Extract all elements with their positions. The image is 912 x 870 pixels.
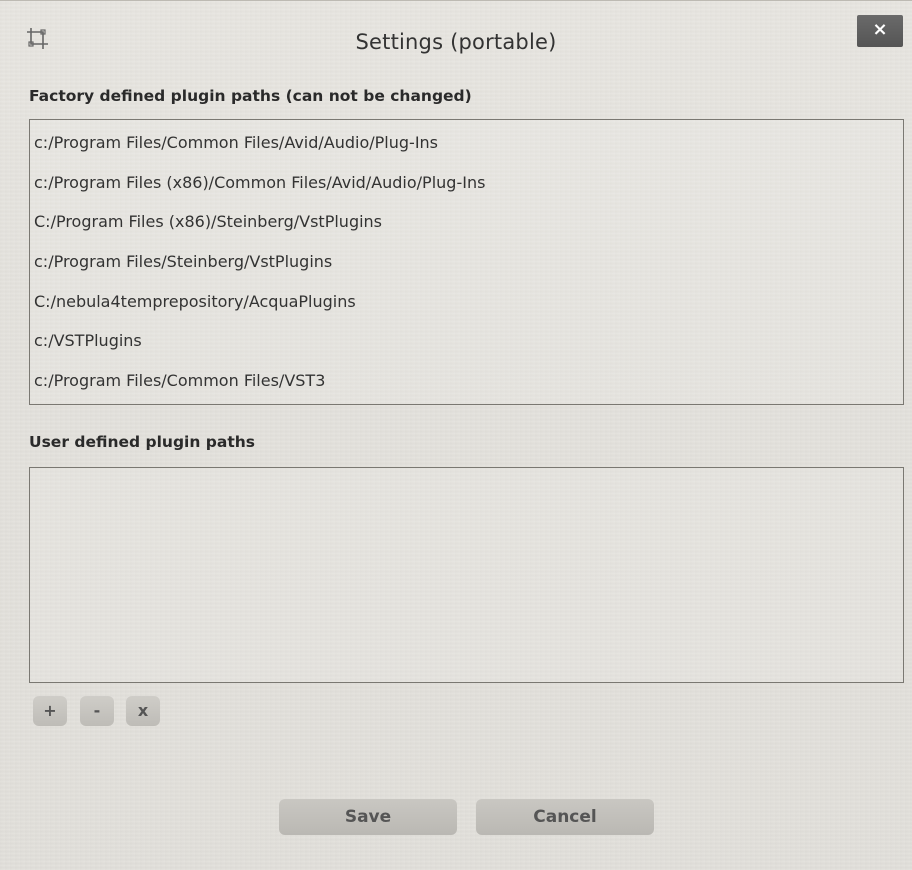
factory-paths-label: Factory defined plugin paths (can not be… [29,87,472,105]
cancel-button[interactable]: Cancel [476,799,654,835]
factory-path-item[interactable]: c:/VSTPlugins [30,326,903,366]
window-title: Settings (portable) [355,30,557,54]
clear-paths-button[interactable]: x [126,696,160,726]
factory-path-item[interactable]: c:/Program Files (x86)/Common Files/Avid… [30,168,903,208]
user-paths-list[interactable] [29,467,904,683]
factory-path-item[interactable]: c:/Program Files/Common Files/VST3 [30,366,903,406]
factory-path-item[interactable]: c:/Program Files/Steinberg/VstPlugins [30,247,903,287]
add-path-button[interactable]: + [33,696,67,726]
save-button[interactable]: Save [279,799,457,835]
remove-path-button[interactable]: - [80,696,114,726]
user-paths-label: User defined plugin paths [29,433,256,451]
factory-path-item[interactable]: C:/Program Files (x86)/Steinberg/VstPlug… [30,207,903,247]
close-button[interactable]: × [857,15,903,47]
settings-window: Settings (portable) × Factory defined pl… [0,0,912,870]
factory-path-item[interactable]: c:/Program Files/Common Files/Avid/Audio… [30,128,903,168]
factory-path-item[interactable]: C:/nebula4temprepository/AcquaPlugins [30,287,903,327]
title-bar: Settings (portable) × [0,1,912,67]
factory-paths-list: c:/Program Files/Common Files/Avid/Audio… [29,119,904,405]
